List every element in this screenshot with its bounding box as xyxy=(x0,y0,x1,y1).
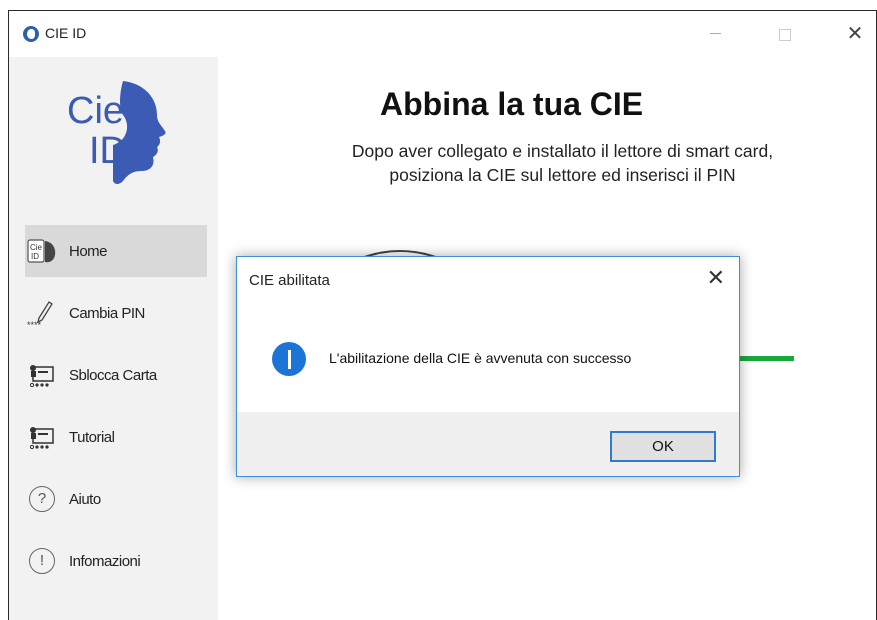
dialog-close-icon[interactable]: ✕ xyxy=(707,265,725,291)
svg-text:Cie: Cie xyxy=(30,243,43,252)
sidebar-item-label: Cambia PIN xyxy=(69,304,145,322)
sidebar-item-label: Home xyxy=(69,242,108,260)
sidebar-item-label: Aiuto xyxy=(69,490,101,508)
sidebar-item-label: Infomazioni xyxy=(69,552,141,570)
pencil-pin-icon: **** xyxy=(27,298,57,328)
cie-id-logo: Cie ID xyxy=(67,81,166,184)
sidebar-item-home[interactable]: Cie ID Home xyxy=(25,225,207,277)
card-tutorial-icon xyxy=(27,422,57,452)
minimize-icon[interactable] xyxy=(695,17,735,51)
card-unlock-icon xyxy=(27,360,57,390)
sidebar-item-cambia-pin[interactable]: **** Cambia PIN xyxy=(25,287,207,339)
sidebar-item-label: Tutorial xyxy=(69,428,115,446)
subtitle-line-2: posiziona la CIE sul lettore ed inserisc… xyxy=(389,165,736,185)
cie-card-icon: Cie ID xyxy=(27,236,57,266)
sidebar-item-aiuto[interactable]: ? Aiuto xyxy=(25,473,207,525)
title-bar: CIE ID ✕ xyxy=(9,11,876,57)
page-subtitle: Dopo aver collegato e installato il lett… xyxy=(250,139,875,187)
svg-text:ID: ID xyxy=(31,252,39,261)
info-circle-icon: ! xyxy=(27,546,57,576)
svg-text:****: **** xyxy=(27,320,42,328)
logo-text-id: ID xyxy=(89,130,127,172)
subtitle-line-1: Dopo aver collegato e installato il lett… xyxy=(351,141,774,161)
sidebar-item-tutorial[interactable]: Tutorial xyxy=(25,411,207,463)
progress-indicator xyxy=(738,356,794,361)
app-logo-icon xyxy=(23,26,39,42)
page-title: Abbina la tua CIE xyxy=(380,86,644,122)
window-title: CIE ID xyxy=(45,25,87,41)
cie-enabled-dialog: CIE abilitata ✕ L'abilitazione della CIE… xyxy=(236,256,740,477)
maximize-icon[interactable] xyxy=(765,17,805,51)
help-icon: ? xyxy=(27,484,57,514)
close-icon[interactable]: ✕ xyxy=(835,17,875,51)
sidebar: Cie ID Cie ID Home **** Cambia PIN Sbloc… xyxy=(9,57,218,620)
dialog-message: L'abilitazione della CIE è avvenuta con … xyxy=(329,350,632,366)
info-icon xyxy=(272,342,306,376)
sidebar-item-sblocca-carta[interactable]: Sblocca Carta xyxy=(25,349,207,401)
sidebar-item-label: Sblocca Carta xyxy=(69,366,157,384)
dialog-title: CIE abilitata xyxy=(249,272,330,289)
ok-button[interactable]: OK xyxy=(610,431,716,462)
sidebar-item-informazioni[interactable]: ! Infomazioni xyxy=(25,535,207,587)
logo-text-cie: Cie xyxy=(67,90,124,132)
